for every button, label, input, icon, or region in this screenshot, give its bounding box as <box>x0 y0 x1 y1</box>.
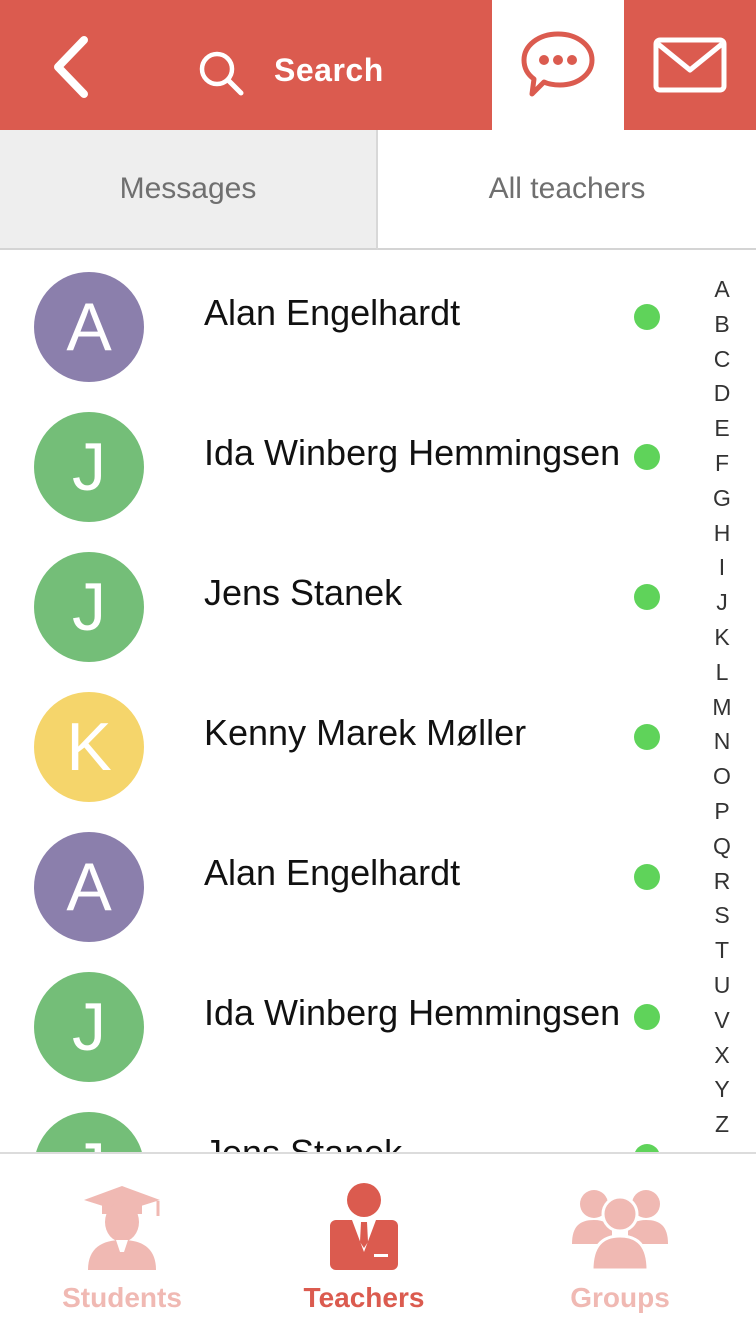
teacher-name: Jens Stanek <box>204 572 403 613</box>
avatar-initial: K <box>66 709 112 785</box>
index-letter-q[interactable]: Q <box>704 829 740 864</box>
student-graduate-icon <box>84 1186 160 1270</box>
index-letter-u[interactable]: U <box>704 968 740 1003</box>
avatar-initial: J <box>72 429 106 505</box>
chat-bubble-icon <box>521 31 595 97</box>
search-icon <box>199 51 244 96</box>
index-letter-i[interactable]: I <box>704 550 740 585</box>
index-letter-c[interactable]: C <box>704 342 740 377</box>
alphabet-index[interactable]: ABCDEFGHIJKLMNOPQRSTUVXYZ <box>704 272 740 1142</box>
index-letter-m[interactable]: M <box>704 690 740 725</box>
teacher-name: Ida Winberg Hemmingsen <box>204 992 621 1033</box>
list-item[interactable]: K Kenny Marek Møller <box>0 670 690 810</box>
online-status-dot <box>634 864 660 890</box>
avatar-initial: J <box>72 569 106 645</box>
chat-tab[interactable] <box>492 0 624 130</box>
header-bar: Search <box>0 0 492 130</box>
index-letter-k[interactable]: K <box>704 620 740 655</box>
list-item[interactable]: J Jens Stanek <box>0 530 690 670</box>
search-button[interactable]: Search <box>196 40 456 100</box>
mail-icon <box>653 37 727 93</box>
online-status-dot <box>634 444 660 470</box>
index-letter-r[interactable]: R <box>704 864 740 899</box>
index-letter-n[interactable]: N <box>704 724 740 759</box>
teacher-name: Kenny Marek Møller <box>204 712 527 753</box>
index-letter-x[interactable]: X <box>704 1038 740 1073</box>
avatar: K <box>34 692 144 802</box>
bottom-nav: Students Teachers Groups <box>0 1152 756 1336</box>
avatar: J <box>34 552 144 662</box>
teacher-name: Alan Engelhardt <box>204 292 461 333</box>
avatar-initial: A <box>66 289 112 365</box>
index-letter-f[interactable]: F <box>704 446 740 481</box>
back-button[interactable] <box>44 32 104 102</box>
list-item[interactable]: A Alan Engelhardt <box>0 250 690 390</box>
index-letter-d[interactable]: D <box>704 376 740 411</box>
online-status-dot <box>634 1004 660 1030</box>
teacher-list[interactable]: A Alan Engelhardt J Ida Winberg Hemmings… <box>0 250 756 1154</box>
teacher-name: Alan Engelhardt <box>204 852 461 893</box>
avatar-initial: A <box>66 849 112 925</box>
avatar: J <box>34 412 144 522</box>
nav-students[interactable]: Students <box>22 1154 222 1336</box>
online-status-dot <box>634 304 660 330</box>
avatar: J <box>34 972 144 1082</box>
index-letter-p[interactable]: P <box>704 794 740 829</box>
index-letter-z[interactable]: Z <box>704 1107 740 1142</box>
tab-all-teachers-label: All teachers <box>488 172 646 205</box>
mail-tab[interactable] <box>624 0 756 130</box>
nav-students-label: Students <box>62 1282 182 1313</box>
index-letter-e[interactable]: E <box>704 411 740 446</box>
index-letter-v[interactable]: V <box>704 1003 740 1038</box>
nav-teachers[interactable]: Teachers <box>264 1154 464 1336</box>
index-letter-y[interactable]: Y <box>704 1072 740 1107</box>
teacher-name: Jens Stanek <box>204 1132 403 1154</box>
index-letter-h[interactable]: H <box>704 516 740 551</box>
index-letter-l[interactable]: L <box>704 655 740 690</box>
avatar-initial: J <box>72 989 106 1065</box>
avatar: A <box>34 272 144 382</box>
index-letter-t[interactable]: T <box>704 933 740 968</box>
avatar-initial: J <box>72 1128 106 1154</box>
index-letter-b[interactable]: B <box>704 307 740 342</box>
list-item[interactable]: J Ida Winberg Hemmingsen <box>0 950 690 1090</box>
online-status-dot <box>634 724 660 750</box>
online-status-dot <box>634 584 660 610</box>
group-icon <box>572 1190 668 1272</box>
avatar: A <box>34 832 144 942</box>
app-header: Search <box>0 0 756 130</box>
tab-messages[interactable]: Messages <box>0 130 378 250</box>
index-letter-g[interactable]: G <box>704 481 740 516</box>
index-letter-o[interactable]: O <box>704 759 740 794</box>
index-letter-a[interactable]: A <box>704 272 740 307</box>
chevron-left-icon <box>54 36 88 98</box>
list-item[interactable]: J Ida Winberg Hemmingsen <box>0 390 690 530</box>
nav-teachers-label: Teachers <box>303 1282 425 1313</box>
search-label: Search <box>274 52 384 88</box>
segment-tabs: Messages All teachers <box>0 130 756 250</box>
tab-messages-label: Messages <box>119 172 257 205</box>
teacher-name: Ida Winberg Hemmingsen <box>204 432 621 473</box>
index-letter-j[interactable]: J <box>704 585 740 620</box>
list-item[interactable]: A Alan Engelhardt <box>0 810 690 950</box>
index-letter-s[interactable]: S <box>704 898 740 933</box>
tab-all-teachers[interactable]: All teachers <box>378 130 756 250</box>
avatar: J <box>34 1112 144 1154</box>
list-item[interactable]: J Jens Stanek <box>0 1090 690 1154</box>
nav-groups[interactable]: Groups <box>520 1154 720 1336</box>
nav-groups-label: Groups <box>570 1282 670 1313</box>
teacher-icon <box>330 1183 398 1270</box>
